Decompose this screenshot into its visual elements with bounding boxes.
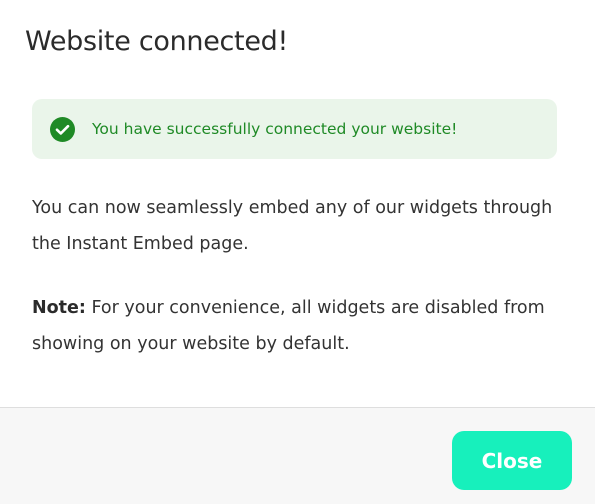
note-label: Note: <box>32 298 86 318</box>
success-alert: You have successfully connected your web… <box>32 99 557 159</box>
success-alert-text: You have successfully connected your web… <box>92 120 458 138</box>
connected-dialog: Website connected! You have successfully… <box>0 0 595 504</box>
embed-info-text: You can now seamlessly embed any of our … <box>32 198 553 254</box>
dialog-footer: Close <box>0 407 595 504</box>
check-circle-icon <box>50 116 75 142</box>
close-button[interactable]: Close <box>452 431 572 490</box>
note-text: Note: For your convenience, all widgets … <box>32 290 562 362</box>
note-body: For your convenience, all widgets are di… <box>32 298 545 354</box>
dialog-title: Website connected! <box>25 26 289 57</box>
